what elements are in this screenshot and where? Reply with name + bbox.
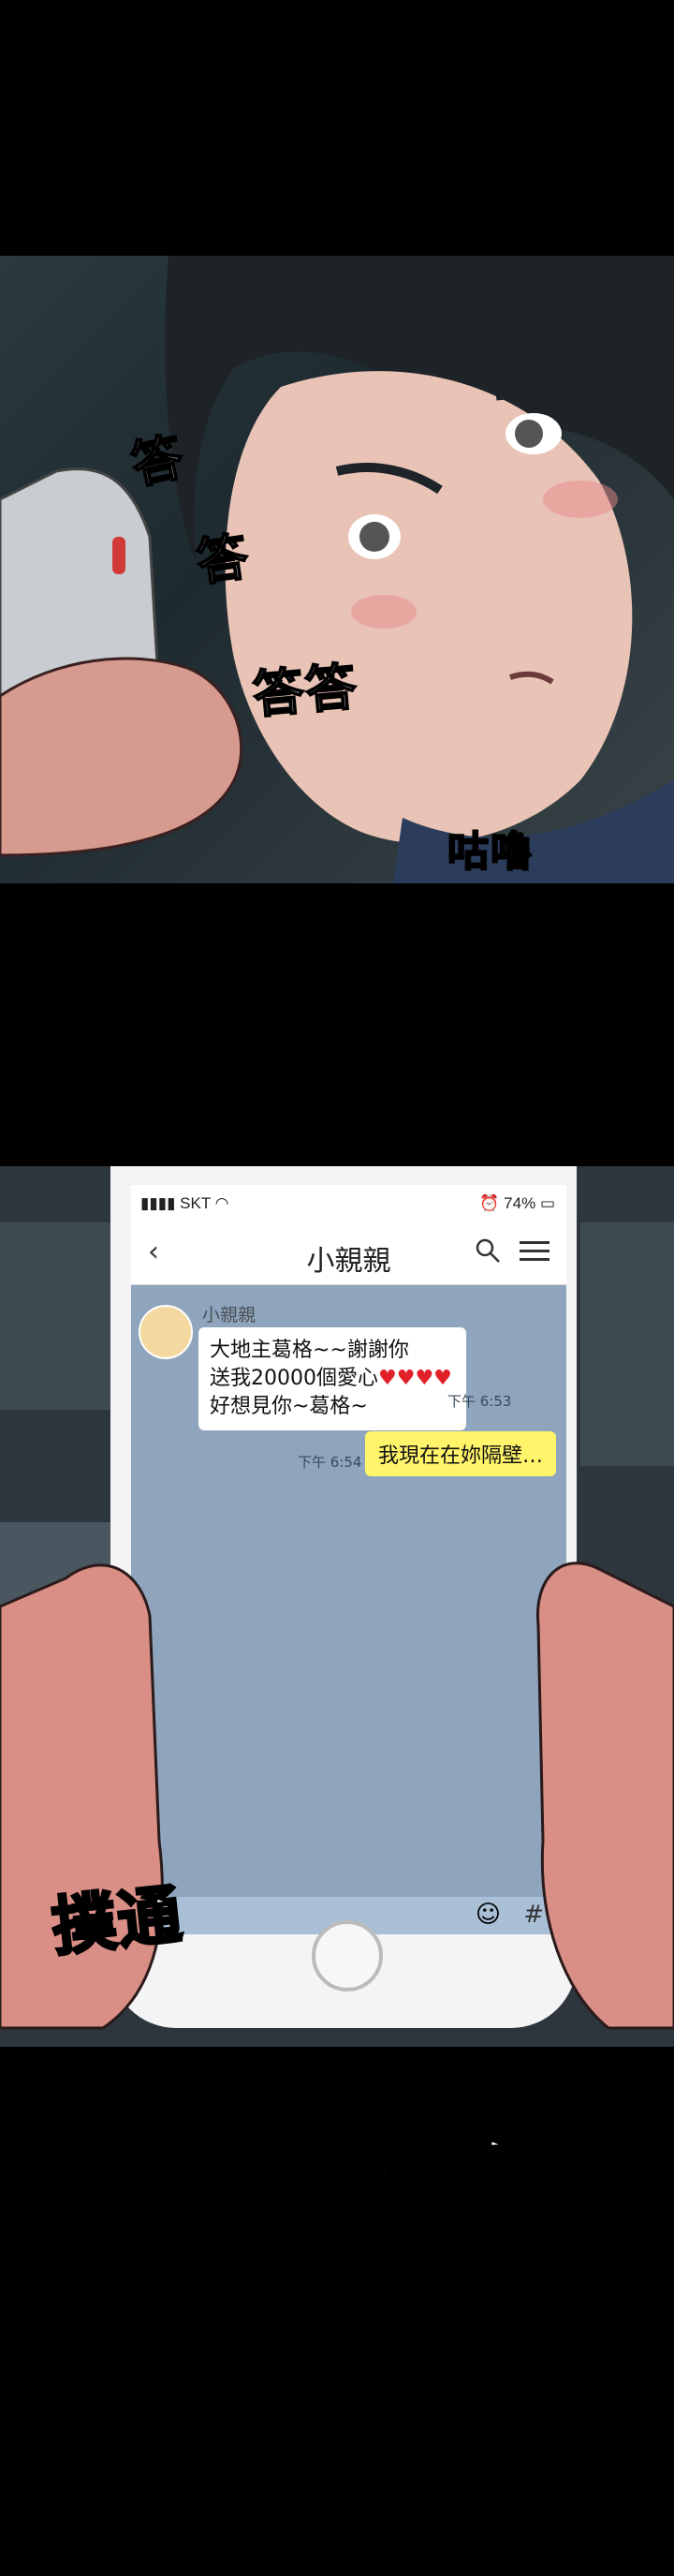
man-illustration — [0, 256, 674, 883]
panel-man-with-phone: 答 答 答答 咕嚕 — [0, 256, 674, 883]
sfx-thump-panel: 撲通 — [47, 1876, 188, 1966]
sfx-gulp: 咕嚕 — [447, 827, 534, 877]
sfx-drip-2: 答 — [193, 526, 255, 593]
sfx-thump-bottom: 撲通 — [375, 2117, 522, 2208]
sfx-drip-3: 答答 — [250, 656, 361, 726]
home-button[interactable] — [312, 1920, 383, 1991]
